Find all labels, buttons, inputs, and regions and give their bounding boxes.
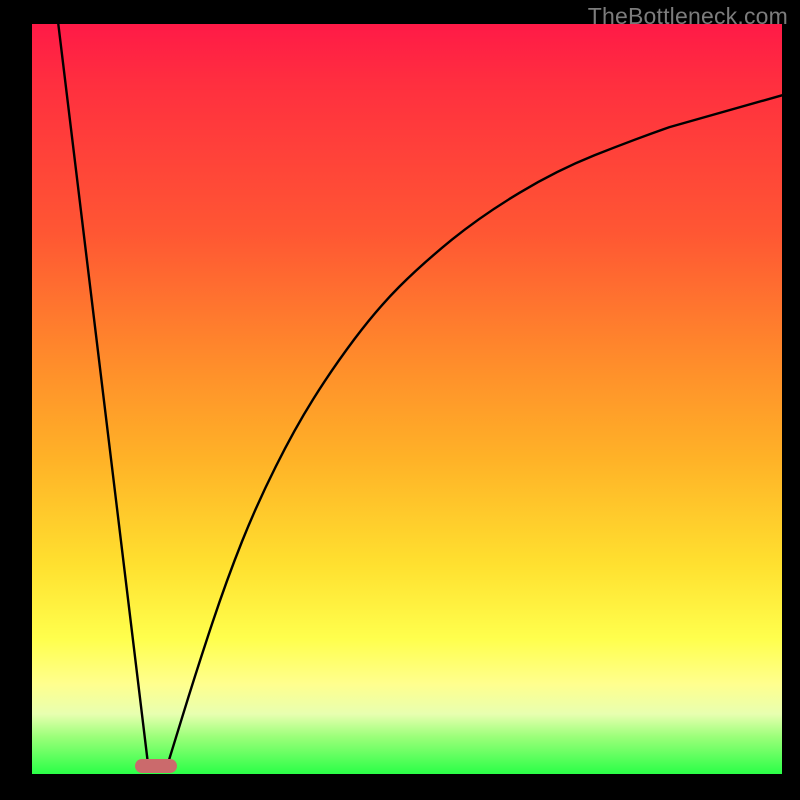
chart-frame: TheBottleneck.com xyxy=(0,0,800,800)
bottleneck-marker xyxy=(135,759,177,773)
curve-path xyxy=(58,24,782,767)
plot-area xyxy=(32,24,782,774)
watermark-text: TheBottleneck.com xyxy=(588,3,788,30)
curve-svg xyxy=(32,24,782,774)
